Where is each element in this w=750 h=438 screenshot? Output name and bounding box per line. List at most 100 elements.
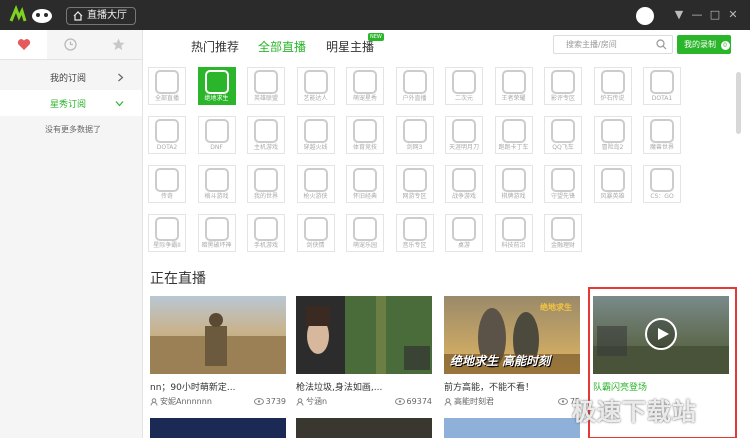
category-icon [254,70,278,94]
live-hall-tab[interactable]: 直播大厅 [66,7,136,25]
stream-thumbnail[interactable] [296,296,432,374]
category-label: 音乐专区 [402,242,427,249]
category-item[interactable]: 格斗游戏 [197,165,236,203]
minimize-button[interactable]: — [689,6,705,24]
tab-all-live[interactable]: 全部直播 [258,38,306,55]
category-item[interactable]: 全部直播 [148,67,186,105]
category-item[interactable]: 暗黑破坏神 [197,214,236,252]
stream-thumbnail[interactable]: 绝地求生 绝地求生 高能时刻 [444,296,580,374]
category-item[interactable]: 棋牌游戏 [494,165,533,203]
stream-thumbnail[interactable] [150,296,286,374]
category-item[interactable]: 金融理财 [544,214,582,252]
scrollbar[interactable] [736,72,741,134]
sidebar-item-star-subscriptions[interactable]: 星秀订阅 [0,90,142,116]
stream-thumbnail-partial[interactable] [150,418,286,438]
category-item[interactable]: 萌宠乐园 [346,214,384,252]
category-label: 英雄联盟 [253,95,278,102]
category-item[interactable]: 枪火游侠 [296,165,335,203]
category-item[interactable]: 冒险岛2 [593,116,632,154]
category-item[interactable]: 主机游戏 [247,116,285,154]
category-item[interactable]: 网游专区 [395,165,434,203]
category-label: 艺能达人 [303,95,328,102]
category-item[interactable]: 二次元 [445,67,483,105]
category-item[interactable]: 萌宠星秀 [346,67,384,105]
category-icon [353,168,377,192]
category-item[interactable]: 魔兽世界 [643,116,681,154]
category-item[interactable]: 穿越火线 [296,116,335,154]
live-card[interactable]: nn；90小时萌新定... 安妮Annnnnn 3739 [150,296,286,407]
card-title[interactable]: nn；90小时萌新定... [150,380,286,392]
category-item[interactable]: DNF [197,116,236,154]
category-icon [600,168,625,192]
category-item[interactable]: QQ飞车 [544,116,582,154]
live-card[interactable]: 枪法垃圾,身法如画,... 兮涵n 69374 [296,296,432,407]
category-item[interactable]: CS：GO [643,165,681,203]
category-label: 风暴英雄 [600,193,625,200]
maximize-button[interactable]: □ [707,6,723,24]
tab-starred[interactable] [95,30,142,59]
category-label: 星际争霸II [153,242,181,249]
tab-favorites[interactable] [0,30,48,59]
category-item[interactable]: 跑跑卡丁车 [494,116,533,154]
sidebar-item-label: 我的订阅 [50,73,87,84]
search-input[interactable]: 搜索主播/房间 [553,35,673,54]
live-card[interactable]: 绝地求生 绝地求生 高能时刻 前方高能，不能不看！ 高能时刻君 75 [444,296,580,407]
category-icon [452,168,476,192]
search-icon[interactable] [656,39,667,50]
record-label: 我的录制 [684,40,716,49]
stream-thumbnail-partial[interactable] [444,418,580,438]
main-content: 热门推荐 全部直播 明星主播 NEW 搜索主播/房间 我的录制 0 全部直播 绝地… [144,30,750,438]
category-label: 桌游 [457,242,470,249]
category-item[interactable]: 影评专区 [544,67,582,105]
category-item[interactable]: 怀旧经典 [346,165,384,203]
top-nav: 热门推荐 全部直播 明星主播 NEW 搜索主播/房间 我的录制 0 [144,30,750,62]
category-label: 枪火游侠 [303,193,328,200]
category-label: 我的世界 [253,193,278,200]
category-item[interactable]: 天涯明月刀 [445,116,483,154]
category-item[interactable]: 科技前沿 [494,214,533,252]
category-item[interactable]: 剑网3 [395,116,434,154]
category-item[interactable]: 绝地求生 [197,67,236,105]
title-bar: 直播大厅 ▼ — □ ✕ [0,0,750,30]
category-label: 户外直播 [402,95,427,102]
tab-star-hosts[interactable]: 明星主播 [326,38,374,55]
live-hall-label: 直播大厅 [87,10,127,21]
category-label: 格斗游戏 [204,193,229,200]
category-icon [353,217,377,241]
card-title[interactable]: 枪法垃圾,身法如画,... [296,380,432,392]
category-item[interactable]: 星际争霸II [148,214,186,252]
category-label: 穿越火线 [303,144,328,151]
category-item[interactable]: 手机游戏 [247,214,285,252]
category-item[interactable]: DOTA1 [643,67,681,105]
category-item[interactable]: 体育竞技 [346,116,384,154]
close-button[interactable]: ✕ [725,6,741,24]
sidebar-item-my-subscriptions[interactable]: 我的订阅 [0,64,142,90]
category-item[interactable]: 王者荣耀 [494,67,533,105]
my-recordings-button[interactable]: 我的录制 0 [677,35,731,54]
category-item[interactable]: 艺能达人 [296,67,335,105]
category-item[interactable]: 剑侠情 [296,214,335,252]
user-avatar[interactable] [636,7,654,25]
category-label: 暗黑破坏神 [201,242,232,249]
category-item[interactable]: 音乐专区 [395,214,434,252]
category-icon [204,70,229,94]
category-icon [303,119,328,143]
category-item[interactable]: 户外直播 [395,67,434,105]
category-item[interactable]: 战争游戏 [445,165,483,203]
category-item[interactable]: 守望先锋 [544,165,582,203]
category-label: 王者荣耀 [501,95,526,102]
category-item[interactable]: 风暴英雄 [593,165,632,203]
category-item[interactable]: 桌游 [445,214,483,252]
category-item[interactable]: 英雄联盟 [247,67,285,105]
category-item[interactable]: DOTA2 [148,116,186,154]
category-item[interactable]: 炉石传说 [593,67,632,105]
menu-dropdown-button[interactable]: ▼ [671,6,687,24]
tab-history[interactable] [47,30,94,59]
card-title[interactable]: 前方高能，不能不看！ [444,380,580,392]
viewer-count: 3739 [265,397,286,406]
category-item[interactable]: 我的世界 [247,165,285,203]
tab-hot-recommend[interactable]: 热门推荐 [191,38,239,55]
category-item[interactable]: 传奇 [148,165,186,203]
stream-thumbnail-partial[interactable] [296,418,432,438]
card-meta: 安妮Annnnnn 3739 [150,396,286,407]
